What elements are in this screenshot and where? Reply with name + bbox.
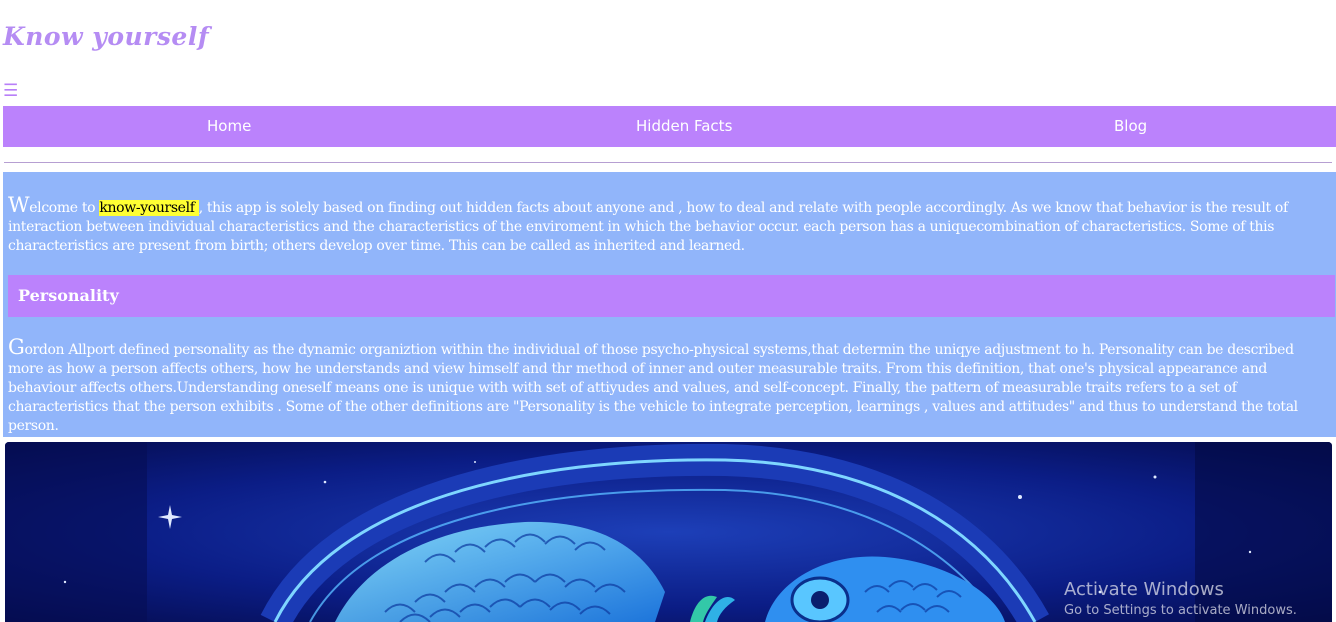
main-navbar: Home Hidden Facts Blog: [3, 106, 1336, 147]
personality-paragraph: Gordon Allport defined personality as th…: [8, 335, 1330, 436]
os-activation-watermark: Activate Windows Go to Settings to activ…: [1064, 578, 1297, 620]
nav-hidden-facts-link[interactable]: Hidden Facts: [636, 106, 732, 147]
header-divider: [4, 162, 1332, 163]
brand-title: Know yourself: [3, 22, 210, 51]
intro-highlight: know-yourself: [99, 200, 199, 216]
intro-paragraph: Welcome to know-yourself , this app is s…: [8, 193, 1330, 256]
content-panel: Welcome to know-yourself , this app is s…: [3, 172, 1336, 437]
intro-dropcap: W: [8, 193, 30, 217]
personality-section-header: Personality: [8, 275, 1335, 317]
watermark-subtitle: Go to Settings to activate Windows.: [1064, 603, 1297, 618]
hamburger-menu-icon[interactable]: ☰: [3, 80, 18, 102]
watermark-title: Activate Windows: [1064, 579, 1224, 600]
personality-dropcap: G: [8, 335, 25, 359]
intro-lead: elcome to: [29, 200, 100, 216]
nav-blog-link[interactable]: Blog: [1114, 106, 1147, 147]
intro-body: , this app is solely based on finding ou…: [8, 200, 1288, 254]
personality-title: Personality: [18, 286, 119, 305]
nav-home-link[interactable]: Home: [207, 106, 251, 147]
personality-body: ordon Allport defined personality as the…: [8, 342, 1298, 434]
